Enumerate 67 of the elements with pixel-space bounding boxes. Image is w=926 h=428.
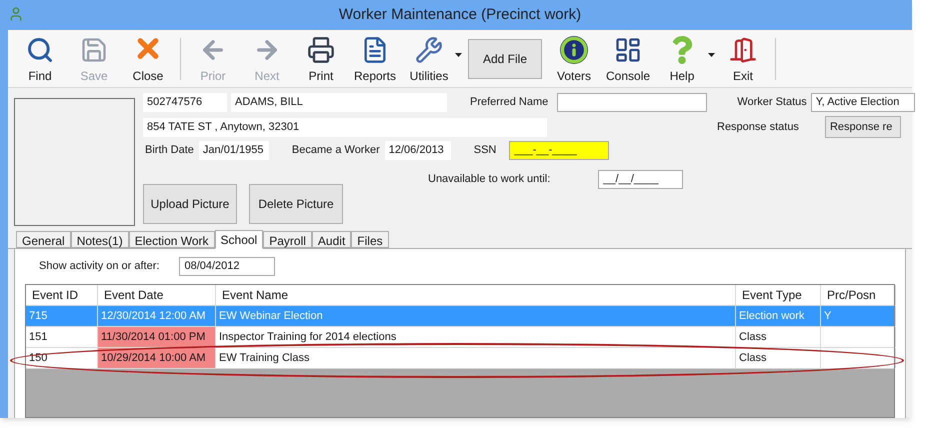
search-icon — [26, 36, 54, 64]
picture-button[interactable]: Delete Picture — [249, 184, 343, 224]
response-status-button[interactable]: Response re — [824, 116, 901, 138]
field-label: Response status — [717, 120, 799, 135]
worker-name-field[interactable]: ADAMS, BILL — [231, 92, 447, 112]
column-header[interactable]: Prc/Posn — [821, 285, 896, 305]
birth-date-field[interactable]: Jan/01/1955 — [198, 140, 269, 160]
field-label: Birth Date — [145, 142, 194, 158]
field-label: Preferred Name — [470, 94, 548, 110]
toolbar-button[interactable]: Find — [14, 32, 66, 84]
printer-icon — [307, 36, 335, 64]
caret-icon[interactable] — [455, 52, 462, 56]
tab[interactable]: School — [214, 230, 264, 249]
toolbar-button[interactable]: Voters — [548, 32, 600, 84]
tab[interactable]: Payroll — [263, 231, 312, 248]
table-cell: Inspector Training for 2014 elections — [216, 327, 736, 347]
info-icon — [560, 36, 588, 64]
caret-icon[interactable] — [708, 52, 716, 56]
help-icon — [670, 36, 694, 64]
dashboard-icon — [614, 36, 642, 64]
table-cell: EW Training Class — [216, 348, 736, 368]
field-label: Worker Status — [737, 94, 807, 110]
unavailable-date-field[interactable]: __/__/____ — [598, 170, 684, 188]
tab[interactable]: Audit — [312, 231, 352, 248]
address-field[interactable]: 854 TATE ST , Anytown, 32301 — [143, 118, 547, 136]
preferred-name-field[interactable] — [557, 92, 708, 112]
table-cell: 715 — [26, 306, 98, 326]
app-icon — [8, 6, 24, 22]
tab[interactable]: General — [16, 231, 71, 248]
column-header[interactable]: Event Name — [216, 285, 736, 305]
worker-id-field[interactable]: 502747576 — [143, 92, 227, 112]
toolbar-button[interactable]: Reports — [349, 32, 401, 84]
column-header[interactable]: Event Date — [98, 285, 216, 305]
table-cell: Y — [821, 306, 896, 326]
ssn-field[interactable]: ___-__-____ — [509, 140, 610, 160]
tab[interactable]: Notes(1) — [70, 231, 129, 248]
table-cell: 10/29/2014 10:00 AM — [98, 348, 216, 368]
toolbar-button[interactable]: Help — [656, 32, 708, 84]
toolbar-button[interactable]: Exit — [717, 32, 770, 84]
field-label: Unavailable to work until: — [428, 172, 550, 187]
table-cell: 12/30/2014 12:00 AM — [98, 306, 216, 326]
became-worker-field[interactable]: 12/06/2013 — [384, 140, 451, 160]
table-cell: 11/30/2014 01:00 PM — [98, 327, 216, 347]
column-header[interactable]: Event ID — [26, 285, 98, 305]
table-cell: Class — [736, 348, 821, 368]
column-header[interactable]: Event Type — [736, 285, 821, 305]
picture-button[interactable]: Upload Picture — [143, 184, 237, 224]
table-cell: EW Webinar Election — [216, 306, 736, 326]
filter-label: Show activity on or after: — [39, 258, 160, 274]
toolbar-button[interactable]: Console — [602, 32, 654, 84]
tab[interactable]: Election Work — [128, 231, 215, 248]
toolbar-button[interactable]: Print — [295, 32, 347, 84]
table-cell: Class — [736, 327, 821, 347]
activity-date-field[interactable]: 08/04/2012 — [179, 256, 276, 276]
table-cell: Election work — [736, 306, 821, 326]
tab[interactable]: Files — [351, 231, 389, 248]
table-row[interactable]: 151 11/30/2014 01:00 PM Inspector Training for 2014 elections Class — [26, 327, 894, 348]
exit-door-icon — [729, 36, 758, 64]
toolbar-button[interactable]: Close — [122, 32, 174, 84]
table-row[interactable]: 150 10/29/2014 10:00 AM EW Training Class Class — [26, 348, 894, 369]
wrench-icon — [415, 36, 443, 64]
add-file-button[interactable]: Add File — [468, 38, 542, 78]
worker-status-field[interactable]: Y, Active Election — [810, 92, 915, 112]
window-title: Worker Maintenance (Precinct work) — [338, 4, 582, 25]
field-label: Became a Worker — [292, 142, 380, 158]
toolbar-button[interactable]: Utilities — [403, 32, 455, 84]
field-label: SSN — [474, 142, 496, 158]
